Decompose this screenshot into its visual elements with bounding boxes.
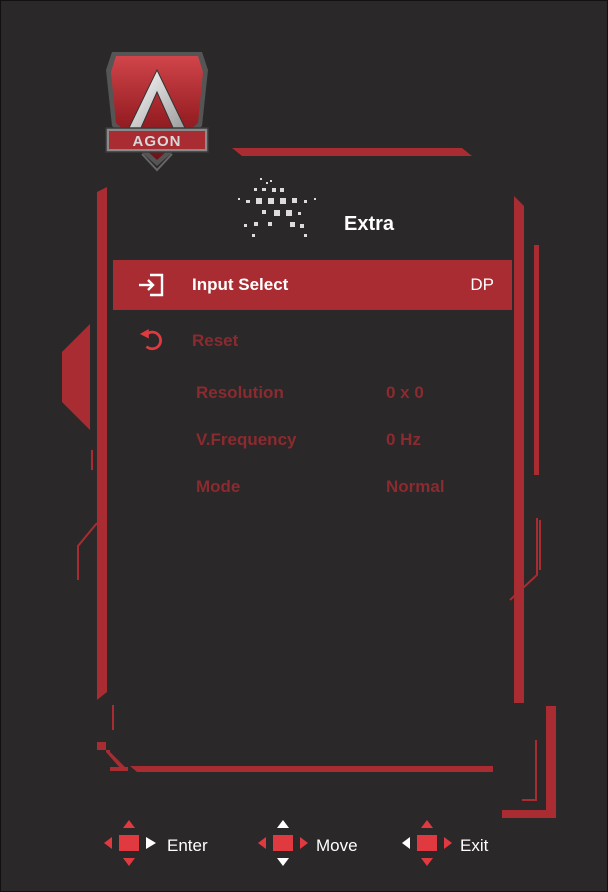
info-value: 0 x 0 (386, 383, 424, 402)
info-label: Mode (196, 477, 241, 496)
menu-item-reset[interactable]: Reset (113, 316, 512, 366)
info-value: 0 Hz (386, 430, 421, 449)
info-label: V.Frequency (196, 430, 297, 449)
info-value: Normal (386, 477, 445, 496)
menu-item-label: Reset (192, 331, 239, 350)
osd-screen: AGON Extra Input Select DP Reset Resolut… (0, 0, 608, 892)
dpad-enter-icon (104, 820, 156, 866)
star-icon (238, 178, 316, 237)
logo-text: AGON (133, 133, 182, 150)
hint-label: Enter (167, 836, 208, 855)
hint-exit: Exit (398, 818, 508, 868)
info-row-mode: Mode Normal (196, 476, 496, 500)
dpad-move-icon (258, 820, 308, 866)
hint-move: Move (254, 818, 374, 868)
hint-enter: Enter (100, 818, 220, 868)
menu-item-value: DP (470, 275, 494, 294)
menu-item-label: Input Select (192, 275, 289, 294)
hint-label: Move (316, 836, 358, 855)
hint-label: Exit (460, 836, 489, 855)
input-icon (139, 273, 164, 297)
dpad-exit-icon (402, 820, 452, 866)
info-label: Resolution (196, 383, 284, 402)
info-row-resolution: Resolution 0 x 0 (196, 382, 496, 406)
menu-item-input-select[interactable]: Input Select DP (113, 260, 512, 310)
agon-logo: AGON (105, 52, 209, 172)
info-row-v-frequency: V.Frequency 0 Hz (196, 429, 496, 453)
reset-icon (139, 328, 162, 351)
page-title: Extra (344, 213, 395, 235)
